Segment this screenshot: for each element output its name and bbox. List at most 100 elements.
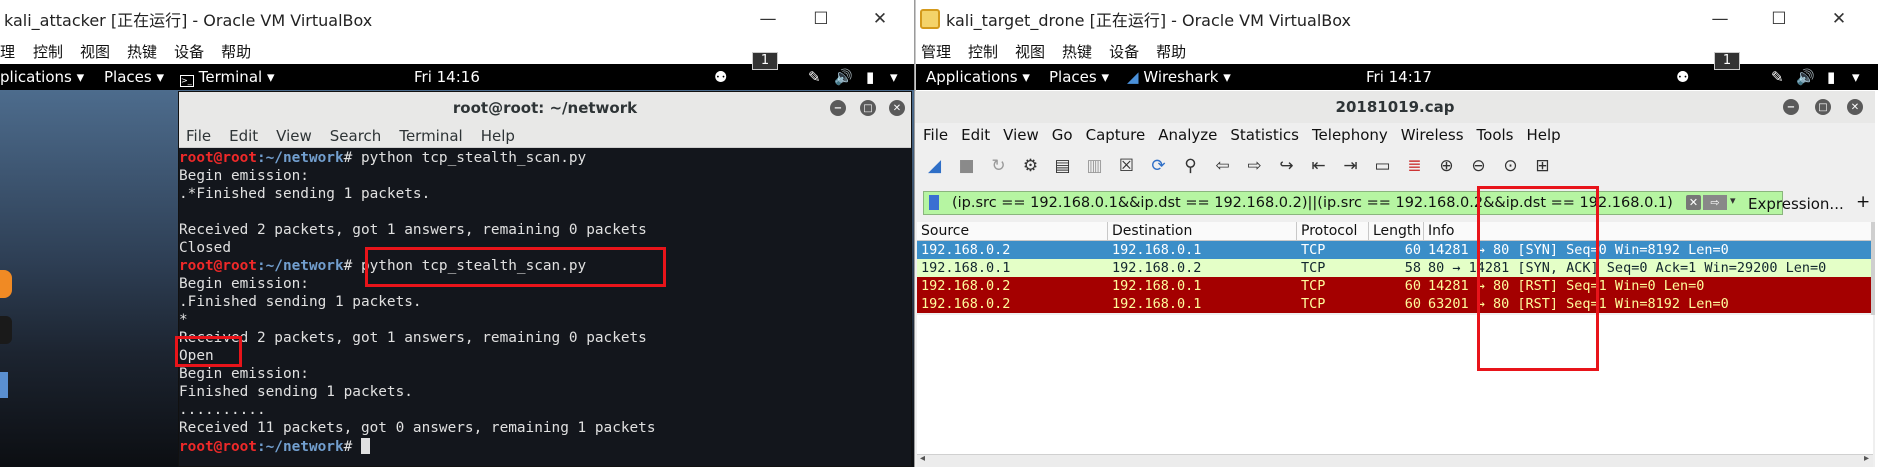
horizontal-scrollbar[interactable]: ◂ ▸ bbox=[917, 453, 1873, 467]
menu-statistics[interactable]: Statistics bbox=[1230, 126, 1299, 144]
clock[interactable]: Fri 14:16 bbox=[414, 68, 480, 86]
minimize-button[interactable]: — bbox=[744, 0, 792, 38]
menu-terminal[interactable]: Terminal bbox=[399, 127, 462, 145]
close-button[interactable]: ✕ bbox=[856, 0, 904, 38]
packet-row[interactable]: 192.168.0.2 192.168.0.1 TCP 60 63201 → 80 [R… bbox=[917, 295, 1873, 313]
menu-telephony[interactable]: Telephony bbox=[1312, 126, 1388, 144]
menu-help[interactable]: Help bbox=[481, 127, 515, 145]
maximize-button[interactable]: ☐ bbox=[797, 0, 845, 38]
zoom-normal-icon[interactable]: ⊙ bbox=[1499, 155, 1522, 178]
resize-columns-icon[interactable]: ⊞ bbox=[1531, 155, 1554, 178]
minimize-button[interactable]: − bbox=[830, 100, 846, 116]
go-back-icon[interactable]: ⇦ bbox=[1211, 155, 1234, 178]
clear-filter-icon[interactable]: ✕ bbox=[1686, 195, 1701, 210]
workspace-indicator[interactable]: 1 bbox=[1714, 52, 1740, 70]
menu-control[interactable]: 控制 bbox=[968, 41, 998, 62]
autoscroll-icon[interactable]: ▭ bbox=[1371, 155, 1394, 178]
apply-filter-icon[interactable]: ⇨ bbox=[1703, 195, 1727, 210]
bookmark-icon[interactable] bbox=[929, 195, 939, 210]
menu-capture[interactable]: Capture bbox=[1086, 126, 1146, 144]
vertical-scrollbar[interactable] bbox=[1871, 222, 1875, 315]
dock-app-icon[interactable] bbox=[0, 270, 12, 298]
menu-devices[interactable]: 设备 bbox=[174, 41, 204, 62]
column-length[interactable]: Length bbox=[1369, 222, 1424, 241]
dock-files-icon[interactable] bbox=[0, 372, 8, 398]
zoom-in-icon[interactable]: ⊕ bbox=[1435, 155, 1458, 178]
zoom-out-icon[interactable]: ⊖ bbox=[1467, 155, 1490, 178]
menu-file[interactable]: File bbox=[186, 127, 211, 145]
stop-capture-icon[interactable]: ■ bbox=[955, 155, 978, 178]
go-to-packet-icon[interactable]: ↪ bbox=[1275, 155, 1298, 178]
dock-terminal-icon[interactable] bbox=[0, 316, 12, 344]
reload-file-icon[interactable]: ⟳ bbox=[1147, 155, 1170, 178]
packet-row[interactable]: 192.168.0.2 192.168.0.1 TCP 60 14281 → 80 [S… bbox=[917, 241, 1873, 259]
menu-help[interactable]: Help bbox=[1526, 126, 1560, 144]
go-forward-icon[interactable]: ⇨ bbox=[1243, 155, 1266, 178]
applications-menu[interactable]: Applications ▾ bbox=[926, 68, 1030, 86]
packet-row[interactable]: 192.168.0.2 192.168.0.1 TCP 60 14281 → 80 [R… bbox=[917, 277, 1873, 295]
display-filter-input[interactable]: (ip.src == 192.168.0.1&&ip.dst == 192.16… bbox=[923, 191, 1783, 215]
volume-icon[interactable]: 🔊 bbox=[834, 68, 853, 86]
menu-edit[interactable]: Edit bbox=[229, 127, 258, 145]
column-destination[interactable]: Destination bbox=[1108, 222, 1297, 241]
menu-search[interactable]: Search bbox=[330, 127, 382, 145]
menu-help[interactable]: 帮助 bbox=[221, 41, 251, 62]
menu-manage[interactable]: 管理 bbox=[921, 41, 951, 62]
last-packet-icon[interactable]: ⇥ bbox=[1339, 155, 1362, 178]
start-capture-icon[interactable]: ◢ bbox=[923, 155, 946, 178]
maximize-button[interactable]: □ bbox=[1815, 99, 1831, 115]
save-file-icon[interactable]: ▥ bbox=[1083, 155, 1106, 178]
restart-capture-icon[interactable]: ↻ bbox=[987, 155, 1010, 178]
menu-analyze[interactable]: Analyze bbox=[1158, 126, 1217, 144]
menu-help[interactable]: 帮助 bbox=[1156, 41, 1186, 62]
menu-hotkey[interactable]: 热键 bbox=[127, 41, 157, 62]
caret-down-icon[interactable]: ▾ bbox=[890, 68, 898, 86]
menu-hotkey[interactable]: 热键 bbox=[1062, 41, 1092, 62]
terminal-output[interactable]: root@root:~/network# python tcp_stealth_… bbox=[179, 148, 911, 466]
volume-icon[interactable]: 🔊 bbox=[1796, 68, 1815, 86]
caret-down-icon[interactable]: ▾ bbox=[1852, 68, 1860, 86]
clock[interactable]: Fri 14:17 bbox=[1366, 68, 1432, 86]
menu-devices[interactable]: 设备 bbox=[1109, 41, 1139, 62]
menu-view[interactable]: View bbox=[276, 127, 312, 145]
minimize-button[interactable]: — bbox=[1696, 0, 1744, 38]
menu-file[interactable]: File bbox=[923, 126, 948, 144]
menu-wireless[interactable]: Wireless bbox=[1401, 126, 1464, 144]
menu-view[interactable]: 视图 bbox=[1015, 41, 1045, 62]
close-file-icon[interactable]: ☒ bbox=[1115, 155, 1138, 178]
workspace-indicator[interactable]: 1 bbox=[752, 52, 778, 70]
maximize-button[interactable]: □ bbox=[860, 100, 876, 116]
menu-control[interactable]: 控制 bbox=[33, 41, 63, 62]
filter-dropdown-icon[interactable]: ▾ bbox=[1730, 194, 1736, 207]
column-protocol[interactable]: Protocol bbox=[1297, 222, 1369, 241]
close-button[interactable]: ✕ bbox=[889, 100, 905, 116]
scroll-right-icon[interactable]: ▸ bbox=[1864, 453, 1869, 464]
menu-edit[interactable]: Edit bbox=[961, 126, 990, 144]
pen-icon[interactable]: ✎ bbox=[1771, 68, 1784, 86]
add-filter-button[interactable]: + bbox=[1856, 192, 1870, 212]
menu-view[interactable]: View bbox=[1003, 126, 1039, 144]
open-file-icon[interactable]: ▤ bbox=[1051, 155, 1074, 178]
battery-icon[interactable]: ▮ bbox=[1827, 68, 1835, 86]
menu-manage[interactable]: 理 bbox=[0, 41, 15, 62]
packet-row[interactable]: 192.168.0.1 192.168.0.2 TCP 58 80 → 14281 [S… bbox=[917, 259, 1873, 277]
wireshark-app-menu[interactable]: ◢ Wireshark ▾ bbox=[1127, 68, 1231, 86]
menu-tools[interactable]: Tools bbox=[1477, 126, 1514, 144]
close-button[interactable]: ✕ bbox=[1847, 99, 1863, 115]
first-packet-icon[interactable]: ⇤ bbox=[1307, 155, 1330, 178]
scroll-left-icon[interactable]: ◂ bbox=[920, 453, 925, 464]
terminal-app-menu[interactable]: >_ Terminal ▾ bbox=[180, 68, 275, 87]
pen-icon[interactable]: ✎ bbox=[808, 68, 821, 86]
minimize-button[interactable]: − bbox=[1783, 99, 1799, 115]
colorize-icon[interactable]: ≣ bbox=[1403, 155, 1426, 178]
battery-icon[interactable]: ▮ bbox=[866, 68, 874, 86]
places-menu[interactable]: Places ▾ bbox=[104, 68, 164, 86]
close-button[interactable]: ✕ bbox=[1815, 0, 1863, 38]
find-packet-icon[interactable]: ⚲ bbox=[1179, 155, 1202, 178]
menu-view[interactable]: 视图 bbox=[80, 41, 110, 62]
places-menu[interactable]: Places ▾ bbox=[1049, 68, 1109, 86]
maximize-button[interactable]: ☐ bbox=[1755, 0, 1803, 38]
applications-menu[interactable]: plications ▾ bbox=[0, 68, 84, 86]
menu-go[interactable]: Go bbox=[1052, 126, 1073, 144]
column-source[interactable]: Source bbox=[917, 222, 1108, 241]
